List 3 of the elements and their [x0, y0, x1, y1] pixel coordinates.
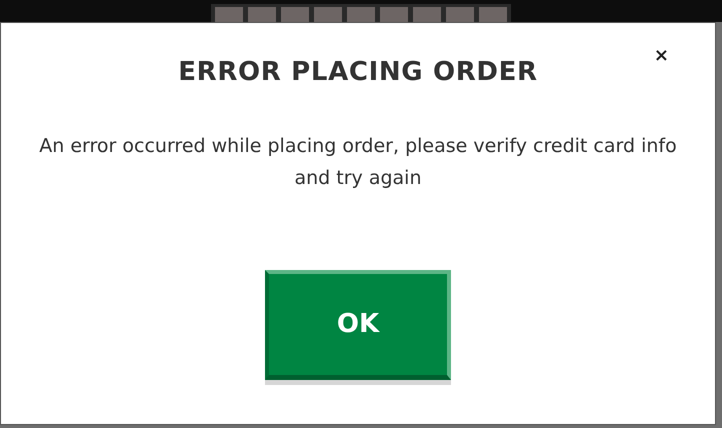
close-button[interactable]: × — [654, 47, 669, 65]
dialog-title: ERROR PLACING ORDER — [178, 56, 538, 89]
error-message: An error occurred while placing order, please verify credit card info and try again — [38, 134, 678, 191]
